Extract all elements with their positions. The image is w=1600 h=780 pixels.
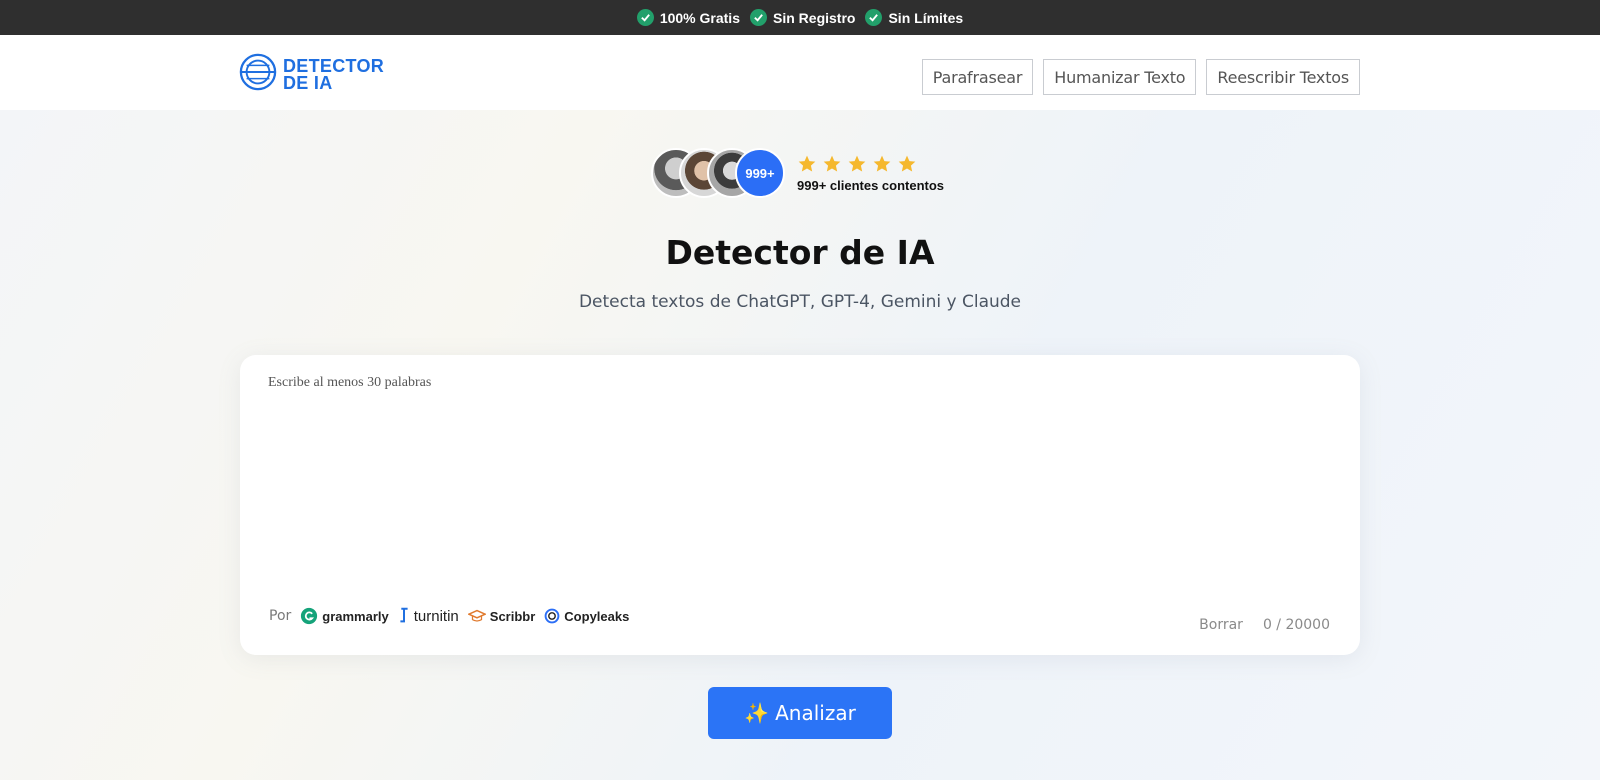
- brand-label: Copyleaks: [564, 608, 630, 624]
- rating: 999+ clientes contentos: [797, 154, 944, 193]
- logo-text: DETECTOR DE IA: [283, 55, 385, 93]
- editor-actions: Borrar 0 / 20000: [1199, 617, 1330, 633]
- grammarly-icon: [301, 607, 318, 625]
- check-icon: [865, 9, 883, 26]
- clear-button[interactable]: Borrar: [1199, 617, 1243, 633]
- feature-label: 100% Gratis: [659, 9, 740, 26]
- brand-label: Scribbr: [489, 608, 536, 624]
- star-icon: [898, 155, 916, 171]
- feature-no-signup: Sin Registro: [750, 9, 855, 26]
- scribbr-icon: [467, 609, 486, 622]
- check-icon: [750, 9, 767, 26]
- site-header: DETECTOR DE IA Parafrasear Humanizar Tex…: [0, 35, 1600, 110]
- brand-turnitin: turnitin: [398, 607, 459, 625]
- site-logo[interactable]: DETECTOR DE IA: [239, 53, 384, 96]
- text-input[interactable]: [268, 375, 1328, 575]
- star-icon: [823, 155, 841, 171]
- sparkles-icon: ✨: [744, 701, 770, 725]
- page-subtitle: Detecta textos de ChatGPT, GPT-4, Gemini…: [578, 292, 1022, 312]
- logo-line-1: DETECTOR: [283, 55, 385, 76]
- brand-scribbr: Scribbr: [467, 608, 536, 624]
- star-icon: [873, 155, 891, 171]
- brand-copyleaks: Copyleaks: [544, 608, 629, 624]
- feature-label: Sin Límites: [888, 9, 964, 26]
- main-nav: Parafrasear Humanizar Texto Reescribir T…: [921, 59, 1360, 95]
- customer-count-badge: 999+: [735, 148, 785, 198]
- brand-label: grammarly: [322, 608, 389, 624]
- analyze-button[interactable]: ✨ Analizar: [708, 687, 892, 739]
- check-icon: [636, 9, 654, 26]
- feature-free: 100% Gratis: [636, 9, 740, 26]
- text-editor-card: Por grammarly turnitin Scribbr Copyleaks…: [240, 355, 1360, 655]
- nav-paraphrase[interactable]: Parafrasear: [921, 59, 1034, 95]
- powered-by-label: Por: [269, 608, 292, 624]
- rating-text: 999+ clientes contentos: [797, 177, 945, 193]
- analyze-label: Analizar: [775, 701, 856, 725]
- logo-icon: [239, 53, 277, 96]
- page-title: Detector de IA: [665, 233, 935, 272]
- nav-rewrite-texts[interactable]: Reescribir Textos: [1206, 59, 1360, 95]
- word-counter: 0 / 20000: [1262, 617, 1330, 633]
- feature-label: Sin Registro: [773, 9, 856, 26]
- brand-grammarly: grammarly: [300, 607, 389, 625]
- turnitin-icon: [400, 607, 408, 623]
- star-icon: [798, 155, 816, 171]
- nav-humanize-text[interactable]: Humanizar Texto: [1043, 59, 1197, 95]
- feature-no-limits: Sin Límites: [865, 9, 963, 26]
- copyleaks-icon: [544, 608, 560, 624]
- social-proof: 999+ 999+ clientes contentos: [651, 148, 944, 198]
- star-icon: [848, 155, 866, 171]
- brand-label: turnitin: [413, 607, 459, 625]
- top-banner: 100% Gratis Sin Registro Sin Límites: [0, 0, 1600, 35]
- star-rating: [797, 154, 944, 174]
- logo-line-2: DE IA: [283, 72, 333, 93]
- powered-by: Por grammarly turnitin Scribbr Copyleaks: [269, 607, 629, 625]
